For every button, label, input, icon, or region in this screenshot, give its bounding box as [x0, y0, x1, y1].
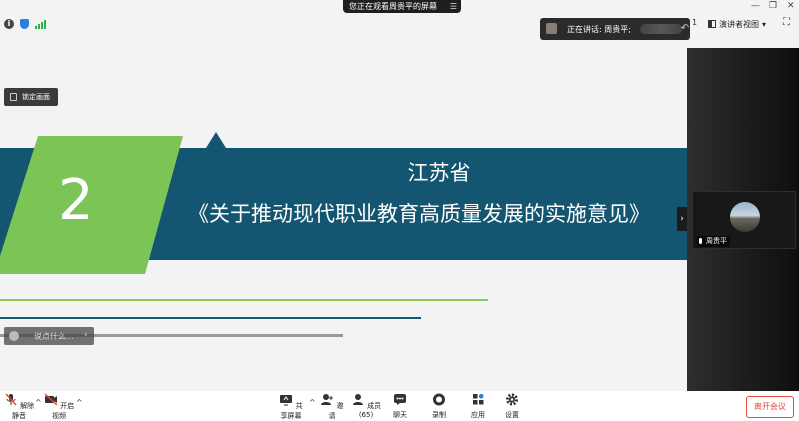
- apps-label: 应用: [471, 411, 485, 419]
- members-icon: [352, 394, 363, 405]
- lock-view-button[interactable]: 锁定画面: [4, 88, 58, 106]
- signal-icon[interactable]: [35, 19, 46, 29]
- view-mode-dropdown[interactable]: 演讲者视图 ▾: [708, 17, 766, 31]
- video-tile[interactable]: 周贵平: [692, 191, 796, 249]
- unmute-button[interactable]: 解除静音: [3, 393, 35, 421]
- green-rule: [0, 299, 488, 301]
- speaker-avatar: [546, 23, 557, 34]
- record-icon: [433, 393, 445, 406]
- start-video-button[interactable]: 开启视频: [43, 393, 75, 421]
- section-number: 2: [58, 168, 94, 233]
- slide-title-line1: 江苏省: [407, 161, 471, 185]
- share-screen-button[interactable]: 共享屏幕: [276, 393, 306, 421]
- chat-placeholder: 说点什么...: [34, 332, 74, 341]
- apps-icon: [473, 393, 484, 405]
- speaker-view-icon: [708, 20, 716, 28]
- share-banner: 您正在观看周贵平的屏幕 ☰: [343, 0, 461, 13]
- close-icon[interactable]: ✕: [787, 1, 795, 11]
- record-label: 录制: [432, 411, 446, 419]
- audio-options-caret[interactable]: ^: [35, 398, 42, 407]
- invite-button[interactable]: 邀请: [320, 393, 344, 421]
- minimize-icon[interactable]: —: [751, 1, 760, 11]
- emoji-icon[interactable]: [9, 331, 19, 341]
- collapse-sidebar-button[interactable]: ›: [677, 207, 687, 231]
- chevron-left-icon[interactable]: ‹: [84, 330, 88, 340]
- apps-button[interactable]: 应用: [467, 393, 489, 420]
- share-options-caret[interactable]: ^: [309, 398, 316, 407]
- chat-icon: [394, 394, 406, 405]
- shared-screen: 锁定画面 2 江苏省 《关于推动现代职业教育高质量发展的实施意见》 说点什么..…: [0, 48, 687, 391]
- info-icon[interactable]: i: [4, 19, 14, 29]
- chat-label: 聊天: [393, 411, 407, 419]
- members-button[interactable]: 成员(65): [350, 393, 382, 419]
- mic-muted-icon: [5, 393, 17, 406]
- invite-icon: [321, 394, 334, 405]
- camera-off-icon: [44, 393, 58, 406]
- participant-name-tag: 周贵平: [697, 236, 730, 247]
- mic-icon: [699, 238, 702, 244]
- status-icons: i: [4, 17, 46, 31]
- gallery-index: 1: [692, 18, 698, 27]
- pin-icon: [10, 93, 17, 101]
- view-mode-label: 演讲者视图: [719, 19, 759, 29]
- speaking-indicator: 正在讲话: 周贵平;: [540, 18, 690, 40]
- restore-icon[interactable]: ❐: [769, 1, 777, 11]
- participant-avatar: [730, 202, 760, 232]
- settings-label: 设置: [505, 411, 519, 419]
- chat-button[interactable]: 聊天: [389, 393, 411, 420]
- participant-name: 周贵平: [706, 237, 727, 245]
- blue-rule: [0, 317, 421, 319]
- record-button[interactable]: 录制: [428, 393, 450, 420]
- chevron-down-icon: ▾: [762, 19, 767, 29]
- slide-title-line2: 《关于推动现代职业教育高质量发展的实施意见》: [188, 202, 650, 226]
- video-options-caret[interactable]: ^: [76, 398, 83, 407]
- gear-icon: [506, 393, 518, 406]
- banner-menu-icon[interactable]: ☰: [450, 0, 457, 13]
- lock-view-label: 锁定画面: [22, 93, 50, 101]
- shield-icon[interactable]: [20, 19, 29, 29]
- share-screen-icon: [280, 395, 293, 406]
- leave-meeting-button[interactable]: 离开会议: [746, 396, 794, 418]
- speaker-label: 正在讲话: 周贵平;: [567, 25, 631, 34]
- settings-button[interactable]: 设置: [501, 393, 523, 420]
- band-notch: [206, 132, 226, 148]
- share-banner-text: 您正在观看周贵平的屏幕: [349, 2, 437, 11]
- fullscreen-icon[interactable]: ⛶: [783, 17, 790, 28]
- quick-chat-input[interactable]: 说点什么... ‹: [4, 327, 94, 345]
